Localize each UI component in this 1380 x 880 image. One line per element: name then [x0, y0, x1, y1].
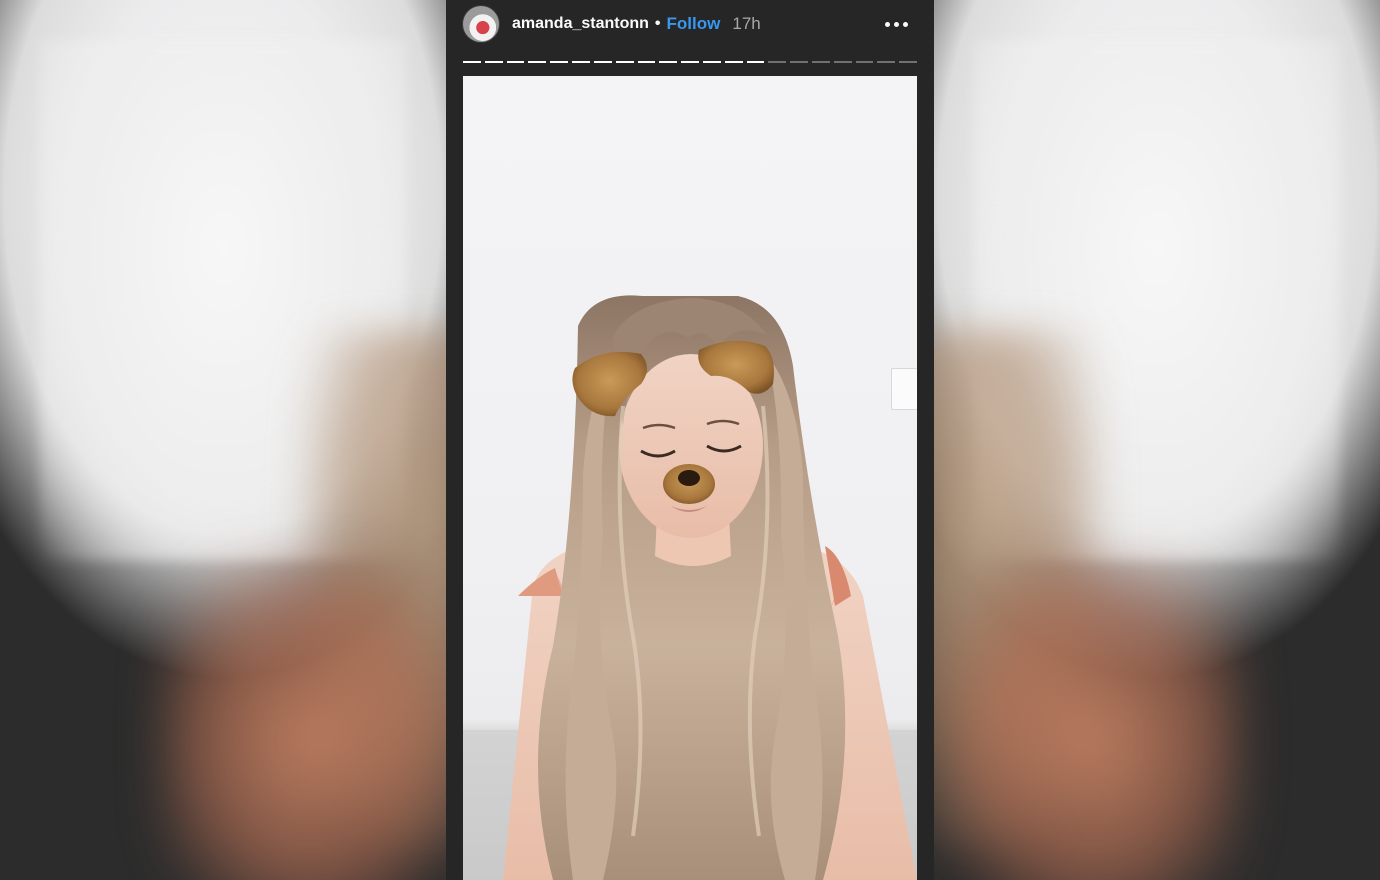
- progress-segment: [572, 61, 590, 63]
- progress-segment: [877, 61, 896, 63]
- blurred-background-left: [0, 0, 446, 880]
- progress-segment: [637, 61, 656, 63]
- progress-segment: [724, 61, 743, 63]
- story-timestamp: 17h: [732, 14, 761, 33]
- story-progress-bar: [463, 61, 918, 64]
- blurred-background-right: [934, 0, 1380, 880]
- progress-segment: [550, 61, 569, 63]
- progress-segment: [746, 61, 765, 63]
- username-link[interactable]: amanda_stantonn: [512, 15, 649, 33]
- progress-segment: [463, 61, 481, 63]
- progress-segment: [615, 61, 634, 63]
- progress-segment: [528, 61, 547, 63]
- more-options-icon[interactable]: [875, 14, 918, 35]
- progress-segment: [681, 61, 699, 63]
- progress-segment: [833, 61, 852, 63]
- story-media[interactable]: [463, 76, 917, 880]
- progress-segment: [768, 61, 787, 63]
- progress-segment: [812, 61, 830, 63]
- progress-segment: [790, 61, 808, 63]
- progress-segment: [899, 61, 918, 63]
- story-header: amanda_stantonn • Follow 17h: [462, 4, 918, 44]
- progress-segment: [506, 61, 525, 63]
- progress-segment: [702, 61, 721, 63]
- story-viewer: amanda_stantonn • Follow 17h: [446, 0, 934, 880]
- profile-avatar[interactable]: [462, 5, 500, 43]
- progress-segment: [593, 61, 612, 63]
- progress-segment: [659, 61, 678, 63]
- separator-dot: •: [654, 15, 661, 32]
- follow-button[interactable]: Follow: [667, 14, 721, 34]
- person-with-dog-filter: [503, 295, 917, 880]
- progress-segment: [484, 61, 503, 63]
- progress-segment: [855, 61, 874, 63]
